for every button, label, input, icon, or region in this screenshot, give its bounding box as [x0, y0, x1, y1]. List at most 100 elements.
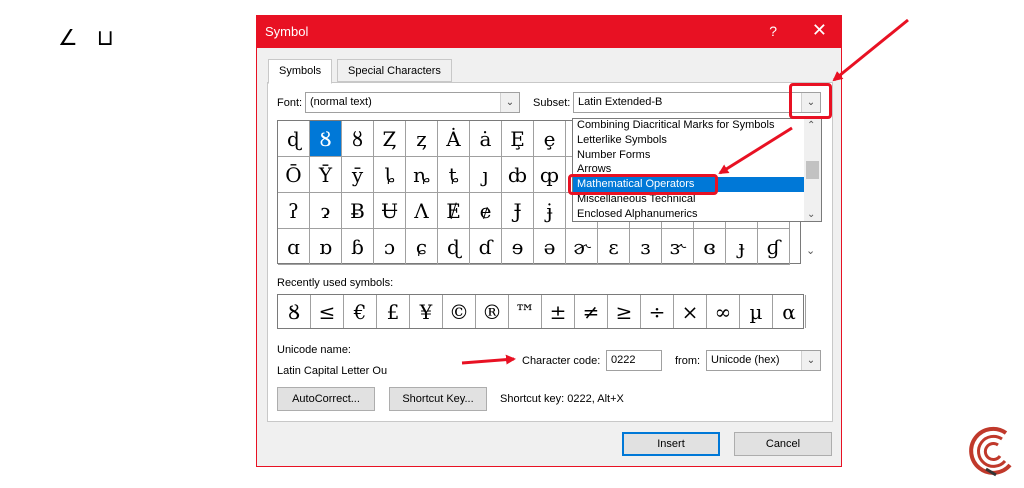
symbol-cell[interactable]: ȴ — [374, 157, 406, 193]
symbol-cell[interactable]: ɂ — [310, 193, 342, 229]
recent-symbol-cell[interactable]: ÷ — [641, 295, 674, 328]
character-code-label: Character code: — [522, 355, 601, 367]
subset-select[interactable]: Latin Extended-B ⌄ — [573, 92, 821, 113]
font-value: (normal text) — [310, 96, 372, 108]
subset-option[interactable]: Enclosed Alphanumerics — [573, 207, 805, 222]
tab-symbols[interactable]: Symbols — [268, 59, 333, 84]
grid-scrollbar[interactable]: ⌄ — [802, 226, 820, 264]
recent-label: Recently used symbols: — [277, 277, 394, 289]
symbol-cell[interactable]: Ȥ — [374, 121, 406, 157]
symbol-cell[interactable]: ȥ — [406, 121, 438, 157]
symbol-cell[interactable]: ɠ — [758, 229, 790, 265]
symbol-cell[interactable]: ȶ — [438, 157, 470, 193]
recent-symbol-cell[interactable]: ≤ — [311, 295, 344, 328]
close-icon[interactable]: ✕ — [812, 20, 827, 41]
subset-value: Latin Extended-B — [578, 96, 663, 108]
unicode-name-value: Latin Capital Letter Ou — [277, 365, 388, 377]
symbol-cell[interactable]: ɓ — [342, 229, 374, 265]
dialog-titlebar: Symbol ? ✕ — [257, 16, 841, 48]
arrow-to-subset-dropdown — [832, 18, 909, 82]
recent-symbol-cell[interactable]: ® — [476, 295, 509, 328]
recent-symbol-cell[interactable]: µ — [740, 295, 773, 328]
font-label: Font: — [277, 97, 303, 109]
symbol-cell[interactable]: ɔ — [374, 229, 406, 265]
symbol-cell[interactable]: ȸ — [502, 157, 534, 193]
scroll-thumb[interactable] — [806, 161, 819, 179]
symbol-cell[interactable]: ɖ — [278, 121, 310, 157]
tab-special-characters[interactable]: Special Characters — [337, 59, 452, 82]
symbol-cell[interactable]: Ʌ — [406, 193, 438, 229]
symbol-cell[interactable]: Ȳ — [310, 157, 342, 193]
tab-special-characters-label: Special Characters — [348, 65, 441, 77]
recent-symbol-cell[interactable]: ™ — [509, 295, 542, 328]
symbol-cell[interactable]: ɘ — [502, 229, 534, 265]
symbol-cell[interactable]: ȹ — [534, 157, 566, 193]
recent-symbol-cell[interactable]: © — [443, 295, 476, 328]
symbol-cell[interactable]: Ȩ — [502, 121, 534, 157]
symbol-cell[interactable]: Ō — [278, 157, 310, 193]
symbol-cell[interactable]: ɟ — [726, 229, 758, 265]
from-value: Unicode (hex) — [711, 354, 780, 366]
symbol-cell[interactable]: ɗ — [470, 229, 502, 265]
recent-symbol-cell[interactable]: € — [344, 295, 377, 328]
dropdown-scrollbar[interactable]: ⌃ ⌄ — [804, 119, 821, 221]
symbol-cell[interactable]: Ʉ — [374, 193, 406, 229]
symbol-cell[interactable]: ɒ — [310, 229, 342, 265]
symbol-cell[interactable]: ɞ — [694, 229, 726, 265]
chevron-up-icon[interactable]: ⌃ — [807, 120, 815, 131]
symbol-cell[interactable]: ʔ — [278, 193, 310, 229]
recent-symbol-cell[interactable]: ± — [542, 295, 575, 328]
symbol-cell[interactable]: ȣ — [342, 121, 374, 157]
dialog-title: Symbol — [265, 24, 309, 39]
help-icon[interactable]: ? — [769, 23, 777, 39]
symbol-cell[interactable]: ɛ — [598, 229, 630, 265]
subset-option[interactable]: Letterlike Symbols — [573, 133, 805, 148]
recent-symbol-cell[interactable]: α — [773, 295, 806, 328]
symbol-cell[interactable]: ȷ — [470, 157, 502, 193]
symbol-cell[interactable]: ɉ — [534, 193, 566, 229]
insert-button[interactable]: Insert — [622, 432, 720, 456]
symbol-cell[interactable]: Ȧ — [438, 121, 470, 157]
symbol-cell[interactable]: ɇ — [470, 193, 502, 229]
symbol-cell[interactable]: Ɇ — [438, 193, 470, 229]
symbol-cell[interactable]: ȳ — [342, 157, 374, 193]
from-select[interactable]: Unicode (hex) ⌄ — [706, 350, 821, 371]
chevron-down-icon[interactable]: ⌄ — [500, 93, 519, 112]
symbol-cell[interactable]: ɕ — [406, 229, 438, 265]
symbol-cell-selected[interactable]: Ȣ — [310, 121, 342, 157]
recent-symbol-cell[interactable]: ≥ — [608, 295, 641, 328]
symbol-cell[interactable]: Ɉ — [502, 193, 534, 229]
brand-logo-icon — [969, 426, 1012, 477]
recent-symbol-cell[interactable]: £ — [377, 295, 410, 328]
font-select[interactable]: (normal text) ⌄ — [305, 92, 520, 113]
subset-option[interactable]: Number Forms — [573, 148, 805, 163]
chevron-down-icon[interactable]: ⌄ — [807, 209, 815, 220]
annotation-box-subset-arrow — [789, 83, 832, 119]
character-code-input[interactable]: 0222 — [606, 350, 662, 371]
recent-symbols: Ȣ ≤ € £ ¥ © ® ™ ± ≠ ≥ ÷ × ∞ µ α — [277, 294, 806, 329]
shortcut-key-button[interactable]: Shortcut Key... — [389, 387, 487, 411]
character-code-value: 0222 — [611, 354, 636, 366]
recent-symbol-cell[interactable]: × — [674, 295, 707, 328]
cancel-button[interactable]: Cancel — [734, 432, 832, 456]
chevron-down-icon[interactable]: ⌄ — [801, 351, 820, 370]
symbol-cell[interactable]: ɚ — [566, 229, 598, 265]
symbol-cell[interactable]: ɑ — [278, 229, 310, 265]
symbol-cell[interactable]: ȵ — [406, 157, 438, 193]
recent-symbol-cell[interactable]: ∞ — [707, 295, 740, 328]
symbol-cell[interactable]: Ƀ — [342, 193, 374, 229]
symbol-cell[interactable]: ə — [534, 229, 566, 265]
symbol-cell[interactable]: ɝ — [662, 229, 694, 265]
symbol-cell[interactable]: ȧ — [470, 121, 502, 157]
symbol-cell[interactable]: ɜ — [630, 229, 662, 265]
chevron-down-icon[interactable]: ⌄ — [806, 244, 815, 257]
recent-symbol-cell[interactable]: ¥ — [410, 295, 443, 328]
recent-symbol-cell[interactable]: Ȣ — [278, 295, 311, 328]
subset-label: Subset: — [533, 97, 571, 109]
symbol-cell[interactable]: ɖ — [438, 229, 470, 265]
recent-symbol-cell[interactable]: ≠ — [575, 295, 608, 328]
annotation-box-math-operators — [568, 174, 718, 195]
autocorrect-button[interactable]: AutoCorrect... — [277, 387, 375, 411]
symbol-cell[interactable]: ȩ — [534, 121, 566, 157]
subset-option[interactable]: Combining Diacritical Marks for Symbols — [573, 118, 805, 133]
